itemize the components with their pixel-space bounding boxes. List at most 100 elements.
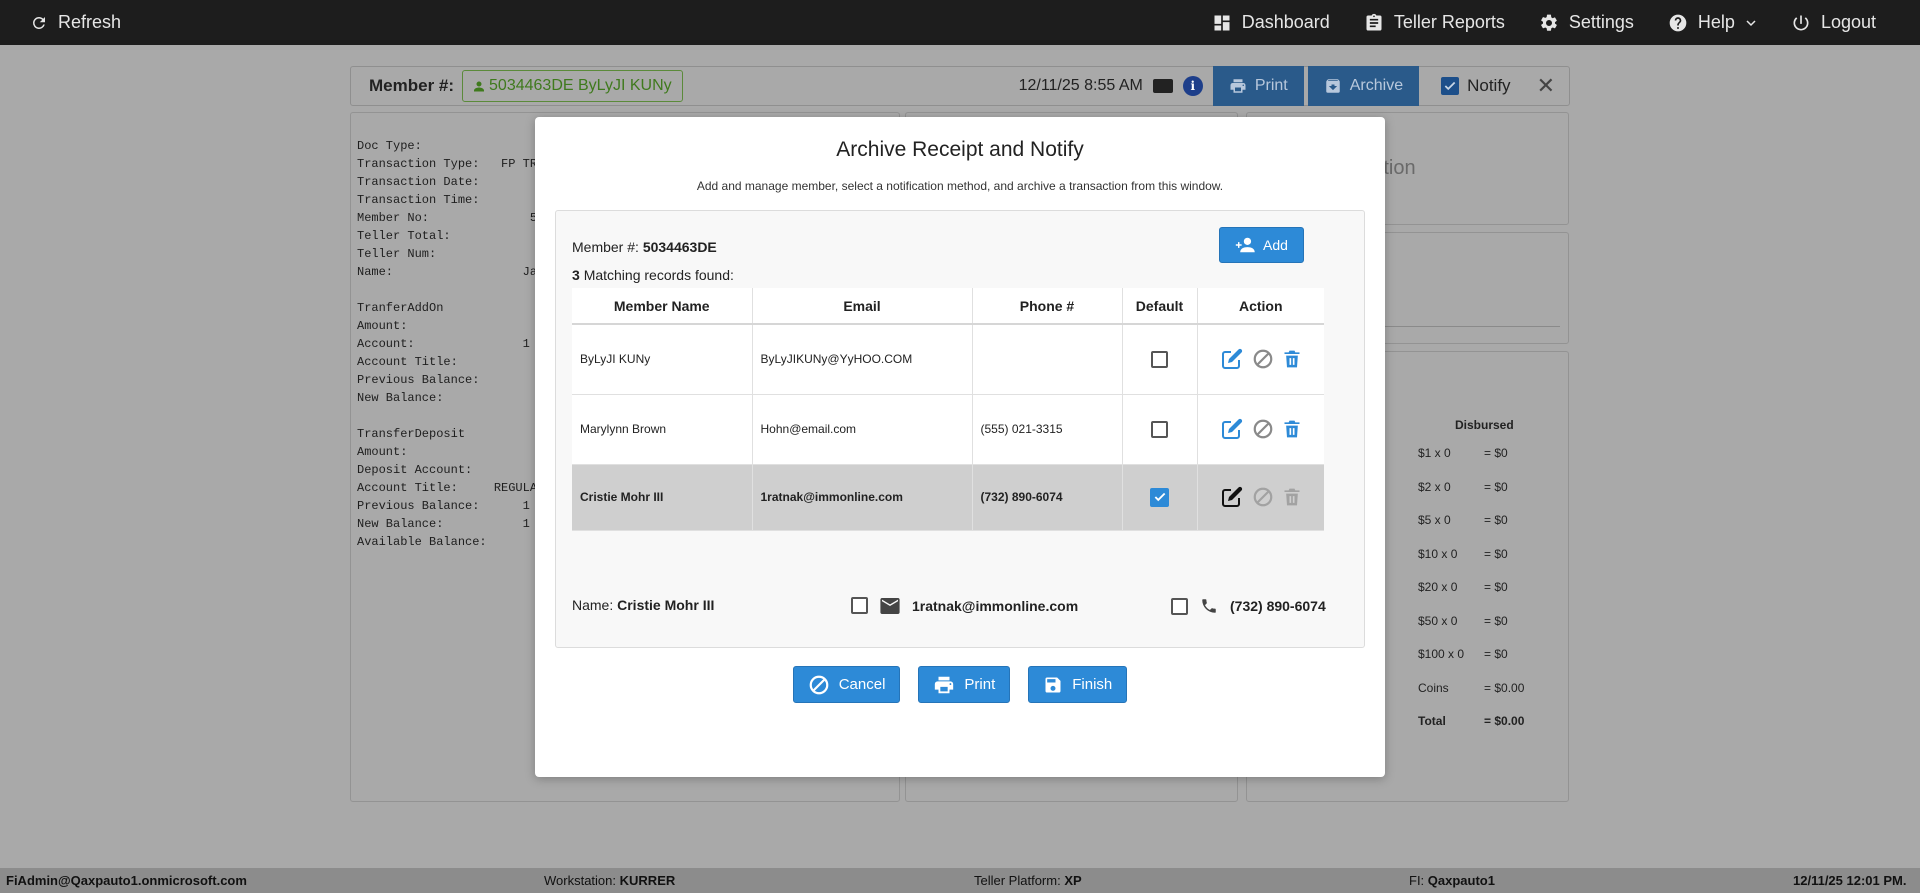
row-actions — [1197, 394, 1324, 465]
disable-icon[interactable] — [1252, 418, 1274, 440]
row-actions — [1197, 464, 1324, 531]
col-email: Email — [752, 288, 973, 325]
cash-row: Coins = $0.00 — [1418, 681, 1524, 695]
cash-row: $10 x 0 = $0 — [1418, 547, 1508, 561]
dialog-title: Archive Receipt and Notify — [836, 138, 1084, 161]
add-member-label: Add — [1263, 237, 1288, 253]
add-member-button[interactable]: Add — [1219, 227, 1304, 263]
info-icon[interactable]: i — [1182, 76, 1203, 96]
cash-denomination: $1 x 0 — [1418, 446, 1451, 460]
user-icon — [474, 81, 485, 91]
finish-button[interactable]: Finish — [1028, 666, 1128, 703]
edit-icon[interactable] — [1220, 485, 1244, 509]
dialog-member-value: 5034463DE — [642, 239, 717, 255]
cash-row: $5 x 0 = $0 — [1418, 513, 1508, 527]
bar-print-label: Print — [1254, 77, 1288, 94]
nav-help-label: Help — [1697, 12, 1735, 32]
add-user-icon — [1235, 237, 1255, 253]
cash-denomination: $10 x 0 — [1418, 546, 1458, 561]
nav-logout[interactable]: Logout — [1791, 12, 1876, 33]
status-fi: FI: Qaxpauto1 — [1409, 873, 1495, 888]
table-row[interactable]: ByLyJI KUNy ByLyJIKUNy@YyHOO.COM — [572, 324, 1324, 395]
cash-value: = $0 — [1484, 613, 1508, 628]
member-chip[interactable]: 5034463DE ByLyJI KUNy — [462, 70, 683, 102]
nav-teller-reports[interactable]: Teller Reports — [1364, 12, 1505, 33]
notify-email-option[interactable]: 1ratnak@immonline.com — [851, 597, 1078, 614]
email-notify-value: 1ratnak@immonline.com — [912, 597, 1079, 614]
chevron-down-icon — [1746, 19, 1756, 26]
cash-value: = $0.00 — [1484, 680, 1525, 695]
row-phone: (732) 890-6074 — [972, 464, 1123, 531]
refresh-label: Refresh — [58, 12, 122, 32]
bar-print-button[interactable]: Print — [1212, 66, 1304, 106]
cash-denomination: $20 x 0 — [1418, 580, 1458, 594]
row-name: ByLyJI KUNy — [572, 324, 753, 395]
default-checkbox-checked[interactable] — [1150, 487, 1169, 507]
default-checkbox[interactable] — [1151, 350, 1168, 368]
cash-row: $2 x 0 = $0 — [1418, 480, 1508, 494]
power-icon — [1793, 15, 1809, 30]
bar-archive-button[interactable]: Archive — [1307, 66, 1420, 106]
trash-icon[interactable] — [1282, 348, 1302, 370]
printer-icon — [935, 676, 954, 693]
phone-notify-value: (732) 890-6074 — [1230, 598, 1326, 614]
notify-phone-option[interactable]: (732) 890-6074 — [1171, 597, 1326, 615]
workstation-label: Workstation: — [544, 873, 617, 888]
row-default-cell — [1122, 324, 1198, 395]
nav-teller-reports-label: Teller Reports — [1393, 12, 1505, 32]
cash-denomination: $5 x 0 — [1418, 513, 1451, 527]
cash-denomination: Coins — [1418, 680, 1449, 695]
table-row[interactable]: Marylynn Brown Hohn@email.com (555) 021-… — [572, 394, 1324, 465]
transaction-datetime: 12/11/25 8:55 AM — [1018, 77, 1143, 94]
help-icon — [1669, 14, 1687, 31]
default-checkbox[interactable] — [1151, 420, 1168, 438]
cash-row: $50 x 0 = $0 — [1418, 614, 1508, 628]
nav-help[interactable]: Help — [1668, 12, 1757, 33]
table-header-row: Member Name Email Phone # Default Action — [572, 288, 1324, 325]
cash-row: Total = $0.00 — [1418, 714, 1524, 728]
cash-denomination: Total — [1418, 714, 1446, 728]
archive-notify-dialog: Archive Receipt and Notify Add and manag… — [535, 117, 1385, 777]
row-default-cell — [1122, 464, 1198, 531]
selected-name-value: Cristie Mohr III — [617, 597, 715, 613]
checkmark-icon — [1154, 492, 1165, 502]
disable-icon[interactable] — [1252, 348, 1274, 370]
keyboard-icon[interactable] — [1152, 79, 1173, 93]
cash-row: $100 x 0 = $0 — [1418, 647, 1508, 661]
save-icon — [1045, 677, 1061, 692]
status-workstation: Workstation: KURRER — [544, 873, 675, 888]
trash-icon[interactable] — [1282, 418, 1302, 440]
notify-toggle[interactable]: Notify — [1441, 76, 1511, 96]
refresh-button[interactable]: Refresh — [0, 12, 121, 33]
table-row-selected[interactable]: Cristie Mohr III 1ratnak@immonline.com (… — [572, 464, 1324, 531]
email-notify-checkbox[interactable] — [851, 597, 868, 614]
close-icon[interactable]: ✕ — [1537, 73, 1555, 99]
dialog-subtitle: Add and manage member, select a notifica… — [696, 179, 1224, 193]
match-count-value: 3 — [572, 267, 580, 283]
checkmark-icon — [1444, 81, 1456, 91]
disable-icon — [1253, 487, 1273, 507]
phone-notify-checkbox[interactable] — [1171, 597, 1188, 615]
cancel-button[interactable]: Cancel — [792, 666, 901, 703]
finish-label: Finish — [1072, 676, 1113, 693]
disbursed-header: Disbursed — [1455, 418, 1514, 432]
nav-dashboard[interactable]: Dashboard — [1212, 12, 1330, 33]
row-actions — [1197, 324, 1324, 395]
nav-settings[interactable]: Settings — [1539, 12, 1634, 33]
print-button[interactable]: Print — [918, 666, 1011, 703]
edit-icon[interactable] — [1220, 417, 1244, 441]
member-bar-label: Member #: — [369, 76, 455, 95]
edit-icon[interactable] — [1220, 347, 1244, 371]
match-count: 3 Matching records found: — [572, 267, 734, 283]
status-platform: Teller Platform: XP — [974, 873, 1082, 888]
notify-checkbox[interactable] — [1441, 77, 1460, 95]
top-nav-bar: Refresh Dashboard Teller Reports Setting… — [0, 0, 1920, 45]
printer-icon — [1230, 79, 1246, 93]
cash-value: = $0 — [1484, 580, 1508, 594]
signature-line — [1370, 326, 1560, 327]
nav-logout-label: Logout — [1820, 12, 1876, 32]
fi-label: FI: — [1409, 873, 1425, 888]
cash-row: $20 x 0 = $0 — [1418, 580, 1508, 594]
platform-value: XP — [1064, 873, 1082, 888]
row-email: ByLyJIKUNy@YyHOO.COM — [752, 324, 973, 395]
